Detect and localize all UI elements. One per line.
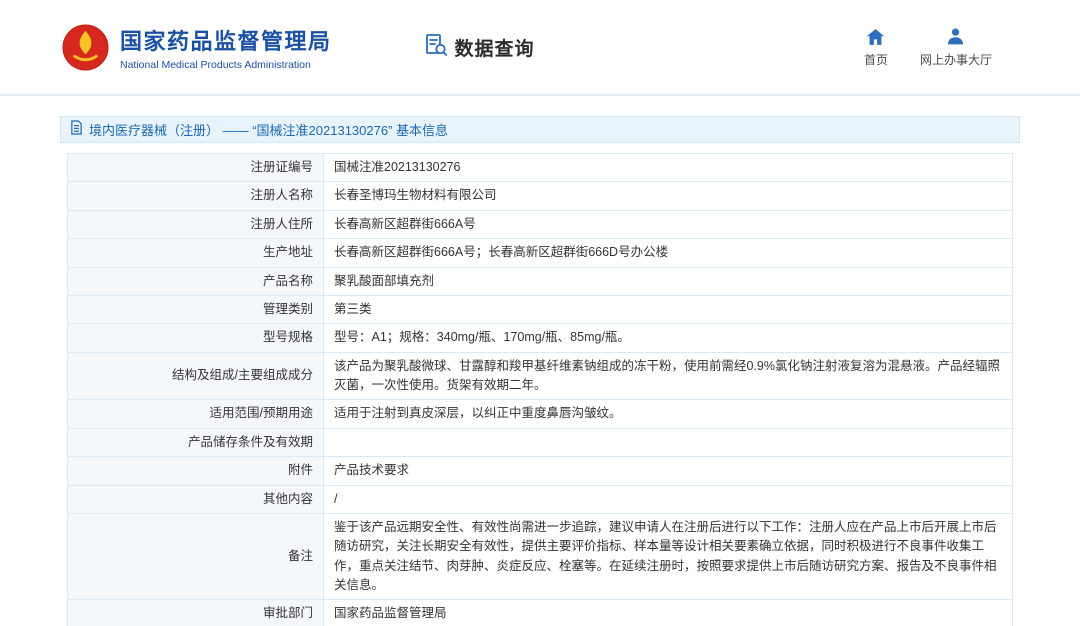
row-label: 生产地址 (68, 239, 324, 267)
table-row: 附件产品技术要求 (68, 457, 1013, 485)
data-query-section: 数据查询 (424, 33, 535, 62)
table-row: 其他内容/ (68, 485, 1013, 513)
row-value: 长春圣博玛生物材料有限公司 (324, 182, 1013, 210)
table-row: 审批部门国家药品监督管理局 (68, 600, 1013, 626)
table-row: 产品储存条件及有效期 (68, 428, 1013, 456)
row-label: 产品名称 (68, 267, 324, 295)
row-value: 适用于注射到真皮深层，以纠正中重度鼻唇沟皱纹。 (324, 400, 1013, 428)
table-row: 注册人住所长春高新区超群街666A号 (68, 210, 1013, 238)
page-title: 境内医疗器械（注册） —— “国械注准20213130276” 基本信息 (89, 120, 448, 139)
row-value: 产品技术要求 (324, 457, 1013, 485)
row-label: 其他内容 (68, 485, 324, 513)
panel-title-bar: 境内医疗器械（注册） —— “国械注准20213130276” 基本信息 (60, 116, 1020, 143)
row-label: 型号规格 (68, 324, 324, 352)
brand-block: 国家药品监督管理局 National Medical Products Admi… (120, 24, 332, 71)
user-icon (946, 26, 965, 46)
row-value: 国家药品监督管理局 (324, 600, 1013, 626)
table-row: 管理类别第三类 (68, 295, 1013, 323)
nmpa-emblem-icon (62, 24, 109, 71)
table-row: 备注鉴于该产品远期安全性、有效性尚需进一步追踪，建议申请人在注册后进行以下工作：… (68, 513, 1013, 600)
row-label: 备注 (68, 513, 324, 600)
info-table-body: 注册证编号国械注准20213130276注册人名称长春圣博玛生物材料有限公司注册… (68, 154, 1013, 626)
table-row: 注册人名称长春圣博玛生物材料有限公司 (68, 182, 1013, 210)
table-row: 适用范围/预期用途适用于注射到真皮深层，以纠正中重度鼻唇沟皱纹。 (68, 400, 1013, 428)
table-row: 产品名称聚乳酸面部填充剂 (68, 267, 1013, 295)
data-query-title: 数据查询 (455, 34, 535, 61)
nav-service-hall[interactable]: 网上办事大厅 (920, 26, 992, 68)
document-icon (70, 120, 83, 140)
nav-home-label: 首页 (864, 51, 888, 68)
row-value: 长春高新区超群街666A号 (324, 210, 1013, 238)
main-content: 境内医疗器械（注册） —— “国械注准20213130276” 基本信息 注册证… (60, 116, 1020, 626)
row-label: 产品储存条件及有效期 (68, 428, 324, 456)
row-label: 适用范围/预期用途 (68, 400, 324, 428)
home-icon (866, 26, 885, 46)
header: 国家药品监督管理局 National Medical Products Admi… (0, 0, 1080, 94)
row-value: 鉴于该产品远期安全性、有效性尚需进一步追踪，建议申请人在注册后进行以下工作：注册… (324, 513, 1013, 600)
row-value: 该产品为聚乳酸微球、甘露醇和羧甲基纤维素钠组成的冻干粉，使用前需经0.9%氯化钠… (324, 352, 1013, 400)
row-label: 注册人住所 (68, 210, 324, 238)
row-value: 型号：A1；规格：340mg/瓶、170mg/瓶、85mg/瓶。 (324, 324, 1013, 352)
row-value: 聚乳酸面部填充剂 (324, 267, 1013, 295)
header-nav: 首页 网上办事大厅 (864, 26, 992, 68)
nav-service-hall-label: 网上办事大厅 (920, 51, 992, 68)
row-label: 审批部门 (68, 600, 324, 626)
table-row: 结构及组成/主要组成成分该产品为聚乳酸微球、甘露醇和羧甲基纤维素钠组成的冻干粉，… (68, 352, 1013, 400)
table-row: 注册证编号国械注准20213130276 (68, 154, 1013, 182)
row-label: 注册证编号 (68, 154, 324, 182)
row-value: 长春高新区超群街666A号；长春高新区超群街666D号办公楼 (324, 239, 1013, 267)
document-search-icon (424, 33, 448, 62)
row-label: 注册人名称 (68, 182, 324, 210)
table-row: 型号规格型号：A1；规格：340mg/瓶、170mg/瓶、85mg/瓶。 (68, 324, 1013, 352)
table-row: 生产地址长春高新区超群街666A号；长春高新区超群街666D号办公楼 (68, 239, 1013, 267)
row-value: / (324, 485, 1013, 513)
row-value: 国械注准20213130276 (324, 154, 1013, 182)
row-value (324, 428, 1013, 456)
row-label: 附件 (68, 457, 324, 485)
org-title: 国家药品监督管理局 (120, 24, 332, 56)
row-value: 第三类 (324, 295, 1013, 323)
org-subtitle: National Medical Products Administration (120, 59, 332, 71)
nav-home[interactable]: 首页 (864, 26, 888, 68)
row-label: 管理类别 (68, 295, 324, 323)
info-table: 注册证编号国械注准20213130276注册人名称长春圣博玛生物材料有限公司注册… (67, 153, 1013, 626)
header-divider (0, 94, 1080, 96)
info-table-wrap: 注册证编号国械注准20213130276注册人名称长春圣博玛生物材料有限公司注册… (67, 153, 1013, 626)
row-label: 结构及组成/主要组成成分 (68, 352, 324, 400)
